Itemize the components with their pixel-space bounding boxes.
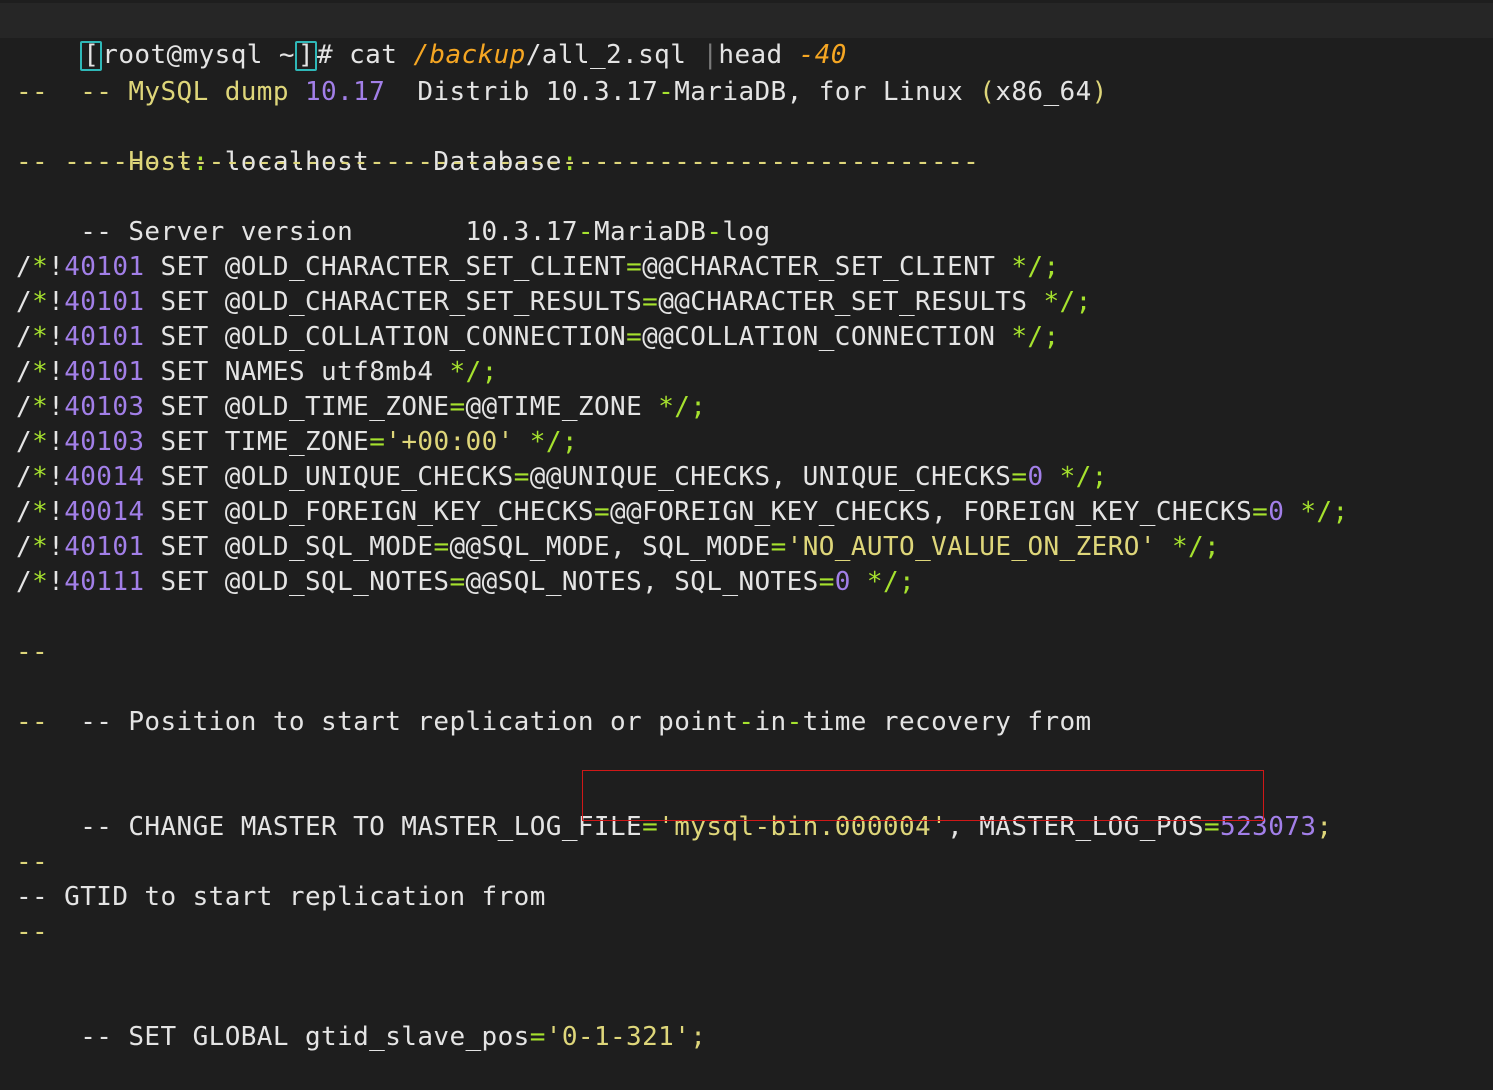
gtid-comment-line: -- GTID to start replication from bbox=[16, 882, 546, 912]
set-statement-line: /*!40101 SET NAMES utf8mb4 */; bbox=[16, 357, 498, 387]
set-statement-line: /*!40103 SET TIME_ZONE='+00:00' */; bbox=[16, 427, 578, 457]
comment-line: -- bbox=[16, 637, 49, 667]
set-statement-line: /*!40014 SET @OLD_UNIQUE_CHECKS=@@UNIQUE… bbox=[16, 462, 1108, 492]
server-version-line: -- Server version 10.3.17-MariaDB-log bbox=[80, 217, 771, 247]
separator-line: -- -------------------------------------… bbox=[16, 147, 980, 177]
comment-line: -- bbox=[16, 707, 49, 737]
comment-line: -- bbox=[16, 77, 49, 107]
comment-line: -- bbox=[16, 917, 49, 947]
set-statement-line: /*!40111 SET @OLD_SQL_NOTES=@@SQL_NOTES,… bbox=[16, 567, 916, 597]
highlight-box bbox=[582, 770, 1264, 821]
set-statement-line: /*!40103 SET @OLD_TIME_ZONE=@@TIME_ZONE … bbox=[16, 392, 707, 422]
host-line: -- Host: localhost Database: bbox=[80, 147, 578, 177]
set-statement-line: /*!40101 SET @OLD_CHARACTER_SET_RESULTS=… bbox=[16, 287, 1092, 317]
set-statement-line: /*!40101 SET @OLD_SQL_MODE=@@SQL_MODE, S… bbox=[16, 532, 1221, 562]
dump-header-line: -- MySQL dump 10.17 Distrib 10.3.17-Mari… bbox=[80, 77, 1108, 107]
gtid-set-line: -- SET GLOBAL gtid_slave_pos='0-1-321'; bbox=[80, 1022, 707, 1052]
set-statement-line: /*!40101 SET @OLD_CHARACTER_SET_CLIENT=@… bbox=[16, 252, 1060, 282]
shell-prompt-line: [root@mysql ~] # cat /backup/all_2.sql |h… bbox=[0, 3, 1493, 71]
terminal-window[interactable]: [root@mysql ~] # cat /backup/all_2.sql |h… bbox=[0, 0, 1493, 1052]
set-statement-line: /*!40014 SET @OLD_FOREIGN_KEY_CHECKS=@@F… bbox=[16, 497, 1349, 527]
position-comment-line: -- Position to start replication or poin… bbox=[80, 707, 1092, 737]
comment-line: -- bbox=[16, 847, 49, 877]
set-statement-line: /*!40101 SET @OLD_COLLATION_CONNECTION=@… bbox=[16, 322, 1060, 352]
gtid-value: '0-1-321' bbox=[545, 1022, 691, 1052]
